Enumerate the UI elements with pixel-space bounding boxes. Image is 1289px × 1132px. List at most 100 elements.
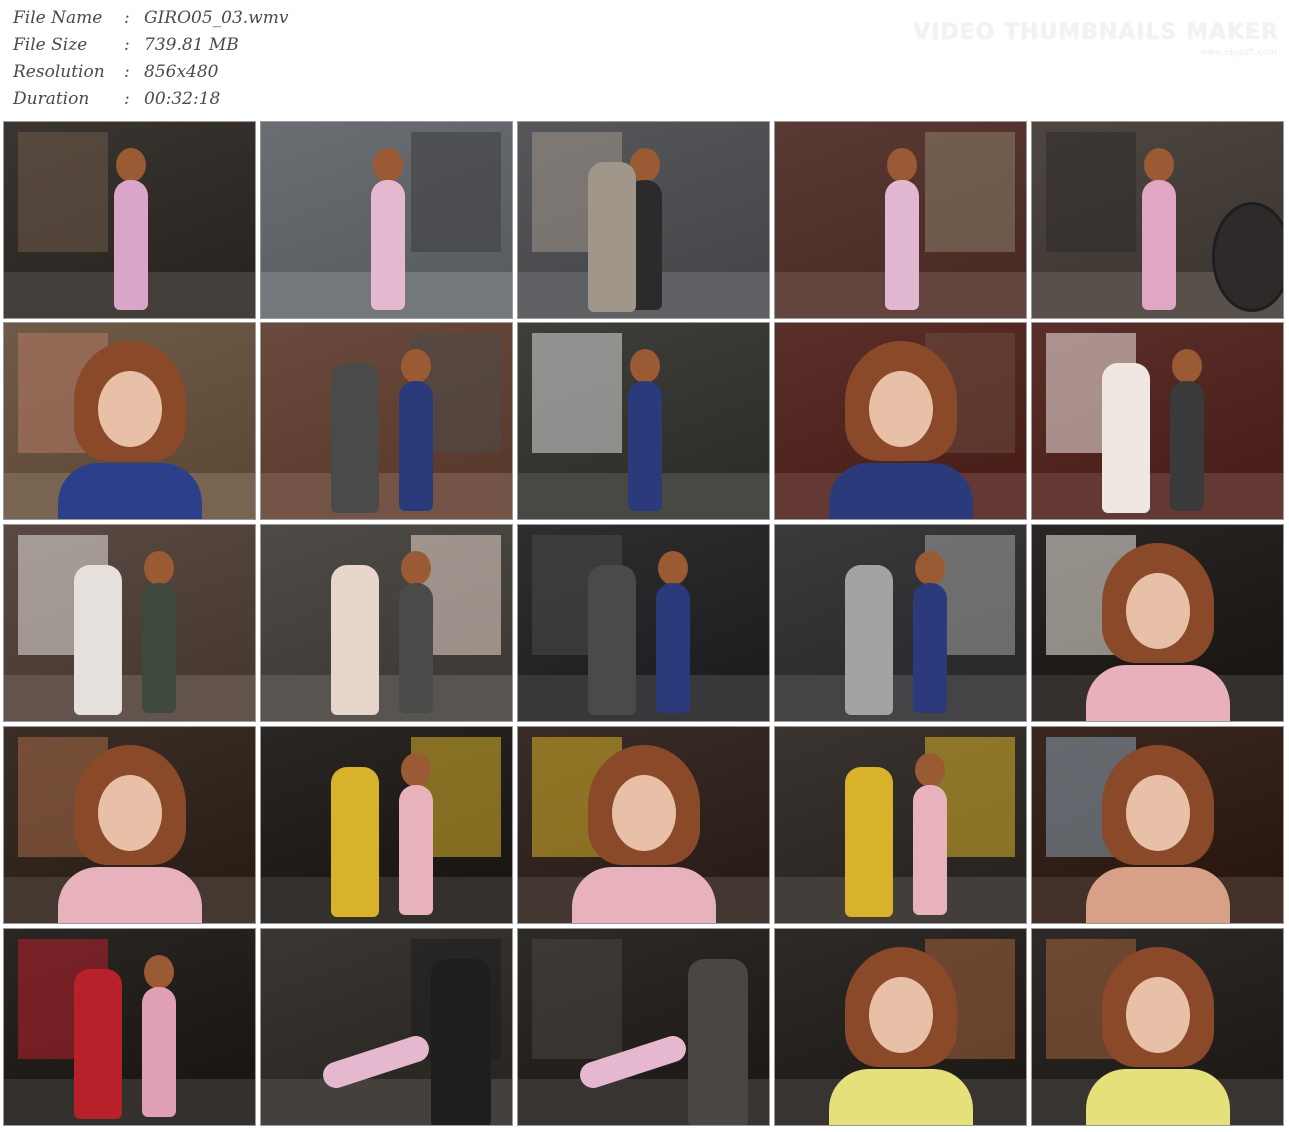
- subject-clothing: [58, 867, 202, 923]
- scene-floor: [775, 877, 1026, 923]
- subject-head: [401, 349, 431, 383]
- scene-floor: [1032, 473, 1283, 519]
- video-thumbnail: [1031, 928, 1284, 1126]
- subject-figure: [399, 583, 433, 713]
- subject-head: [401, 551, 431, 585]
- scene-backdrop: [1046, 132, 1136, 252]
- subject-figure: [142, 987, 176, 1117]
- subject-clothing: [1086, 665, 1230, 721]
- file-size-label: File Size: [13, 35, 88, 55]
- subject-figure: [371, 180, 405, 310]
- duration-value: 00:32:18: [144, 89, 221, 109]
- subject-figure: [114, 180, 148, 310]
- subject-face: [869, 371, 933, 447]
- video-thumbnail: [1031, 322, 1284, 520]
- resolution-value: 856x480: [144, 62, 219, 82]
- subject-figure: [142, 583, 176, 713]
- subject-clothing: [572, 867, 716, 923]
- subject-head: [373, 148, 403, 182]
- file-size-separator: :: [124, 35, 130, 55]
- subject-face: [98, 371, 162, 447]
- subject-figure: [913, 785, 947, 915]
- subject-figure: [399, 381, 433, 511]
- thumbnail-grid: [3, 121, 1287, 1129]
- subject-head: [116, 148, 146, 182]
- second-figure: [331, 767, 379, 917]
- scene-floor: [4, 675, 255, 721]
- subject-clothing: [1086, 1069, 1230, 1125]
- video-thumbnail: [260, 322, 513, 520]
- video-thumbnail: [260, 726, 513, 924]
- video-thumbnail: [517, 524, 770, 722]
- subject-figure: [1142, 180, 1176, 310]
- resolution-label: Resolution: [13, 62, 105, 82]
- second-figure: [588, 162, 636, 312]
- video-thumbnail: [260, 524, 513, 722]
- video-thumbnail: [774, 322, 1027, 520]
- subject-head: [915, 753, 945, 787]
- scene-backdrop: [532, 939, 622, 1059]
- video-thumbnail: [260, 121, 513, 319]
- scene-backdrop: [925, 132, 1015, 252]
- subject-figure: [656, 583, 690, 713]
- subject-head: [630, 349, 660, 383]
- duration-separator: :: [124, 89, 130, 109]
- subject-clothing: [829, 1069, 973, 1125]
- subject-figure: [913, 583, 947, 713]
- scene-backdrop: [411, 132, 501, 252]
- subject-clothing: [1086, 867, 1230, 923]
- video-thumbnail: [3, 524, 256, 722]
- second-figure: [845, 767, 893, 917]
- video-thumbnail: [1031, 726, 1284, 924]
- second-figure: [74, 969, 122, 1119]
- second-figure: [845, 565, 893, 715]
- subject-face: [612, 775, 676, 851]
- video-thumbnail: [774, 121, 1027, 319]
- watermark-title: VIDEO THUMBNAILS MAKER: [913, 20, 1279, 45]
- scene-floor: [775, 675, 1026, 721]
- file-name-separator: :: [124, 8, 130, 28]
- subject-face: [98, 775, 162, 851]
- subject-head: [144, 955, 174, 989]
- second-figure: [331, 565, 379, 715]
- subject-head: [1144, 148, 1174, 182]
- video-thumbnail: [774, 524, 1027, 722]
- watermark-subtitle: www.idpsoft.com: [1200, 48, 1277, 58]
- video-thumbnail: [1031, 524, 1284, 722]
- subject-figure: [399, 785, 433, 915]
- subject-head: [915, 551, 945, 585]
- video-thumbnail: [3, 928, 256, 1126]
- scene-backdrop: [532, 333, 622, 453]
- second-figure: [1212, 202, 1283, 312]
- video-thumbnail: [3, 726, 256, 924]
- subject-head: [887, 148, 917, 182]
- subject-figure: [885, 180, 919, 310]
- video-thumbnail: [774, 726, 1027, 924]
- scene-floor: [261, 473, 512, 519]
- subject-head: [658, 551, 688, 585]
- video-thumbnail: [3, 121, 256, 319]
- video-thumbnail: [774, 928, 1027, 1126]
- video-thumbnail: [3, 322, 256, 520]
- duration-label: Duration: [13, 89, 90, 109]
- scene-floor: [261, 877, 512, 923]
- video-thumbnail: [517, 121, 770, 319]
- file-name-label: File Name: [13, 8, 103, 28]
- subject-face: [1126, 775, 1190, 851]
- scene-backdrop: [18, 132, 108, 252]
- subject-figure: [628, 381, 662, 511]
- subject-face: [869, 977, 933, 1053]
- second-figure: [688, 959, 748, 1125]
- video-thumbnail: [260, 928, 513, 1126]
- scene-floor: [4, 1079, 255, 1125]
- video-thumbnail: [517, 928, 770, 1126]
- scene-floor: [261, 675, 512, 721]
- subject-clothing: [58, 463, 202, 519]
- second-figure: [431, 959, 491, 1125]
- subject-head: [401, 753, 431, 787]
- subject-head: [144, 551, 174, 585]
- subject-face: [1126, 977, 1190, 1053]
- subject-face: [1126, 573, 1190, 649]
- subject-clothing: [829, 463, 973, 519]
- scene-floor: [518, 675, 769, 721]
